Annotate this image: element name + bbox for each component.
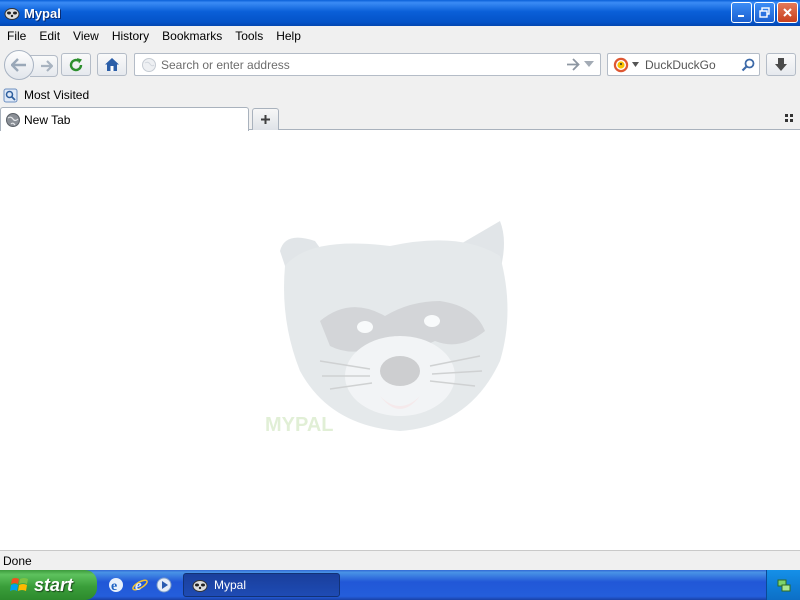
forward-button[interactable]: [30, 55, 58, 77]
close-button[interactable]: [777, 2, 798, 23]
tab-strip: New Tab: [0, 106, 800, 131]
reload-button[interactable]: [61, 53, 91, 76]
ie-icon[interactable]: e: [131, 576, 149, 594]
search-icon[interactable]: [741, 58, 755, 72]
taskbar-item-label: Mypal: [214, 578, 247, 592]
site-identity-icon: [142, 57, 156, 72]
search-bar[interactable]: [607, 53, 760, 76]
menu-file[interactable]: File: [0, 26, 32, 46]
back-arrow-icon: [11, 58, 26, 72]
start-button[interactable]: start: [0, 570, 97, 600]
go-arrow-icon[interactable]: [566, 58, 580, 71]
address-input[interactable]: [161, 57, 541, 72]
bookmark-most-visited[interactable]: Most Visited: [3, 88, 89, 103]
tab-grid-icon[interactable]: [784, 113, 794, 123]
taskbar-item-mypal[interactable]: Mypal: [183, 573, 340, 597]
menu-edit[interactable]: Edit: [32, 26, 66, 46]
home-button[interactable]: [97, 53, 127, 76]
window-title: Mypal: [24, 5, 61, 21]
search-input[interactable]: [645, 57, 735, 72]
minimize-icon: [737, 14, 744, 17]
search-engine-dropdown-icon[interactable]: [632, 62, 639, 67]
bookmark-folder-icon: [3, 88, 18, 102]
bookmark-label: Most Visited: [24, 88, 90, 102]
svg-text:e: e: [135, 578, 142, 594]
home-icon: [105, 58, 119, 71]
logo-text: MYPAL: [265, 414, 334, 436]
mypal-icon: [4, 8, 20, 20]
menu-help[interactable]: Help: [269, 26, 307, 46]
tab-new-tab[interactable]: New Tab: [0, 107, 249, 131]
back-forward-group: [4, 50, 58, 80]
menu-bookmarks[interactable]: Bookmarks: [155, 26, 228, 46]
network-icon[interactable]: [776, 577, 792, 593]
download-arrow-icon: [775, 58, 787, 71]
mypal-raccoon-logo: MYPAL: [265, 221, 508, 436]
back-button[interactable]: [4, 50, 34, 80]
downloads-button[interactable]: [766, 53, 796, 76]
url-dropdown-icon[interactable]: [583, 58, 595, 70]
new-tab-button[interactable]: [252, 108, 279, 130]
restore-button[interactable]: [754, 2, 775, 23]
mypal-icon: [192, 580, 208, 592]
minimize-button[interactable]: [731, 2, 752, 23]
reload-icon: [69, 57, 83, 71]
globe-icon: [6, 112, 20, 127]
ie-icon[interactable]: e: [107, 576, 125, 594]
page-content: MYPAL: [0, 131, 800, 550]
forward-arrow-icon: [41, 60, 53, 72]
bookmarks-toolbar: Most Visited: [0, 84, 800, 106]
menu-view[interactable]: View: [66, 26, 105, 46]
status-bar: Done: [0, 550, 800, 570]
system-tray[interactable]: [766, 570, 800, 600]
status-text: Done: [3, 553, 32, 568]
menu-tools[interactable]: Tools: [228, 26, 269, 46]
duckduckgo-icon[interactable]: [613, 57, 629, 73]
address-bar[interactable]: [134, 53, 601, 76]
plus-icon: [261, 115, 270, 124]
taskbar: start e e Mypal: [0, 570, 800, 600]
restore-icon: [759, 7, 770, 18]
title-bar[interactable]: Mypal: [0, 0, 800, 26]
menu-bar: File Edit View History Bookmarks Tools H…: [0, 26, 800, 46]
windows-logo-icon: [10, 578, 28, 591]
navigation-toolbar: [0, 46, 800, 84]
menu-history[interactable]: History: [105, 26, 155, 46]
media-player-icon[interactable]: [155, 576, 173, 594]
start-label: start: [34, 574, 74, 595]
svg-text:e: e: [111, 579, 117, 594]
close-icon: [783, 8, 792, 17]
tab-label: New Tab: [24, 112, 71, 127]
